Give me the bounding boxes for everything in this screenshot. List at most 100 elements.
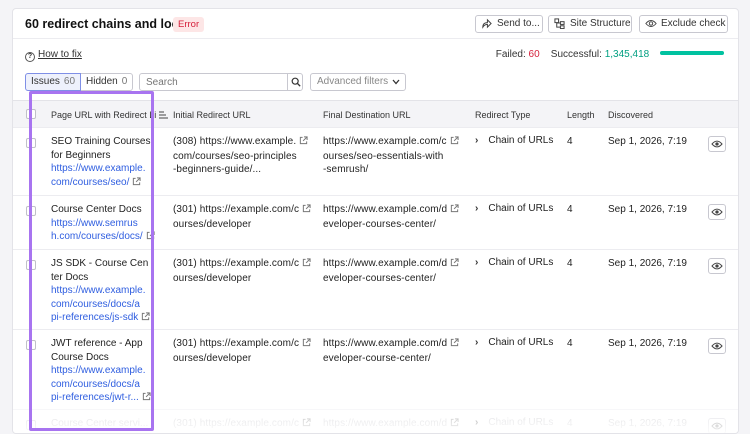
view-details-button[interactable] (708, 258, 726, 274)
external-link-icon[interactable] (146, 231, 155, 245)
chevron-right-icon: › (475, 337, 479, 348)
page-title-text: JWT reference - App Course Docs (51, 337, 163, 364)
view-details-button[interactable] (708, 204, 726, 220)
page-url-line: com/courses/seo/ (51, 176, 130, 188)
table-row: JWT reference - App Course Docs https://w… (13, 330, 738, 410)
table-body: SEO Training Courses for Beginners https:… (13, 128, 738, 433)
initial-url-line: (301) https://example.com/c (173, 338, 300, 349)
bottom-fade (13, 407, 738, 433)
successful-label: Successful: (550, 49, 602, 60)
column-initial-url[interactable]: Initial Redirect URL (173, 110, 251, 120)
column-length[interactable]: Length (567, 110, 595, 120)
page-url-line: h.com/courses/docs/ (51, 231, 143, 242)
discovered-date: Sep 1, 2026, 7:19 (608, 338, 687, 349)
table-row: SEO Training Courses for Beginners https:… (13, 128, 738, 196)
table-row: JS SDK - Course Cen ter Docs https://www.… (13, 250, 738, 330)
external-link-icon[interactable] (142, 392, 151, 406)
send-to-button[interactable]: Send to... (475, 15, 543, 33)
sort-icon (158, 111, 168, 119)
row-checkbox[interactable] (26, 260, 36, 270)
issues-table: Page URL with Redirect Li Initial Redire… (13, 100, 738, 433)
search-icon (291, 77, 301, 87)
column-page-url-label: Page URL with Redirect Li (51, 110, 157, 120)
external-link-icon[interactable] (302, 258, 311, 272)
tab-issues[interactable]: Issues 60 (25, 73, 82, 91)
final-url-line: https://www.example.com/c (323, 136, 447, 147)
page-url-link[interactable]: https://www.semrus h.com/courses/docs/ (51, 217, 163, 245)
page-cell: SEO Training Courses for Beginners https:… (51, 135, 163, 190)
initial-url-line: ourses/developer (173, 272, 252, 284)
exclude-check-button[interactable]: Exclude check (639, 15, 728, 33)
initial-url-line: com/courses/seo-principles (173, 150, 297, 162)
page-url-line: https://www.example. (51, 285, 146, 296)
column-final-url[interactable]: Final Destination URL (323, 110, 411, 120)
row-checkbox[interactable] (26, 340, 36, 350)
page-url-line: https://www.semrus (51, 217, 138, 229)
page-url-line: com/courses/docs/a (51, 378, 140, 390)
external-link-icon[interactable] (299, 136, 308, 150)
final-url-line: https://www.example.com/d (323, 258, 448, 269)
select-all-checkbox[interactable] (26, 109, 36, 119)
external-link-icon[interactable] (450, 136, 459, 150)
length-value: 4 (567, 258, 573, 269)
advanced-filters-label: Advanced filters (317, 76, 389, 87)
search-button[interactable] (287, 73, 303, 91)
final-url-cell: https://www.example.com/d eveloper-course… (323, 337, 469, 365)
discovered-date: Sep 1, 2026, 7:19 (608, 258, 687, 269)
redirect-type-label: Chain of URLs (488, 203, 554, 214)
external-link-icon[interactable] (450, 338, 459, 352)
advanced-filters-dropdown[interactable]: Advanced filters (310, 73, 406, 91)
failed-value: 60 (528, 49, 540, 60)
redirect-type-toggle[interactable]: › Chain of URLs (475, 257, 553, 268)
final-url-cell: https://www.example.com/c ourses/seo-esse… (323, 135, 469, 177)
help-icon: ? (25, 52, 35, 62)
table-header: Page URL with Redirect Li Initial Redire… (13, 100, 738, 128)
success-progress-bar (660, 51, 724, 55)
redirect-type-toggle[interactable]: › Chain of URLs (475, 135, 553, 146)
tab-issues-count: 60 (63, 76, 76, 87)
external-link-icon[interactable] (450, 258, 459, 272)
final-url-line: eveloper-courses-center/ (323, 272, 437, 284)
external-link-icon[interactable] (302, 204, 311, 218)
site-structure-label: Site Structure (570, 18, 631, 29)
check-status: Failed: 60 Successful: 1,345,418 (496, 49, 724, 60)
how-to-fix-link[interactable]: ? How to fix (25, 49, 82, 62)
external-link-icon[interactable] (302, 338, 311, 352)
chevron-right-icon: › (475, 257, 479, 268)
search-input[interactable] (139, 73, 288, 91)
card-header: 60 redirect chains and loops Error Send … (13, 9, 738, 39)
page-url-link[interactable]: https://www.example. com/courses/docs/a pi… (51, 364, 163, 406)
page-title-line: SEO Training Courses (51, 136, 151, 147)
external-link-icon[interactable] (132, 176, 141, 191)
column-redirect-type[interactable]: Redirect Type (475, 110, 530, 120)
row-checkbox[interactable] (26, 138, 36, 148)
page-title-line: JWT reference - App (51, 338, 143, 349)
column-discovered[interactable]: Discovered (608, 110, 653, 120)
external-link-icon[interactable] (141, 312, 150, 326)
column-page-url[interactable]: Page URL with Redirect Li (51, 110, 168, 120)
redirect-type-toggle[interactable]: › Chain of URLs (475, 203, 553, 214)
page-url-line: com/courses/docs/a (51, 298, 140, 310)
tab-hidden[interactable]: Hidden 0 (81, 73, 134, 91)
view-details-button[interactable] (708, 338, 726, 354)
view-details-button[interactable] (708, 136, 726, 152)
page-title-line: ter Docs (51, 271, 89, 283)
page-url-link[interactable]: https://www.example. com/courses/docs/a pi… (51, 284, 163, 326)
redirect-type-label: Chain of URLs (488, 337, 554, 348)
length-value: 4 (567, 136, 573, 147)
successful-value: 1,345,418 (604, 49, 650, 60)
initial-url-cell: (301) https://example.com/c ourses/develo… (173, 257, 315, 285)
site-structure-icon (554, 18, 565, 29)
initial-url-line: (301) https://example.com/c (173, 204, 300, 215)
redirect-type-toggle[interactable]: › Chain of URLs (475, 337, 553, 348)
page-title-line: JS SDK - Course Cen (51, 258, 149, 269)
chevron-right-icon: › (475, 203, 479, 214)
row-checkbox[interactable] (26, 206, 36, 216)
page-title-line: for Beginners (51, 149, 111, 161)
site-structure-button[interactable]: Site Structure (548, 15, 632, 33)
page-url-line: pi-references/jwt-r... (51, 392, 139, 403)
external-link-icon[interactable] (450, 204, 459, 218)
page-url-link[interactable]: https://www.example. com/courses/seo/ (51, 162, 163, 190)
initial-url-line: ourses/developer (173, 218, 252, 230)
failed-label: Failed: (495, 49, 526, 60)
